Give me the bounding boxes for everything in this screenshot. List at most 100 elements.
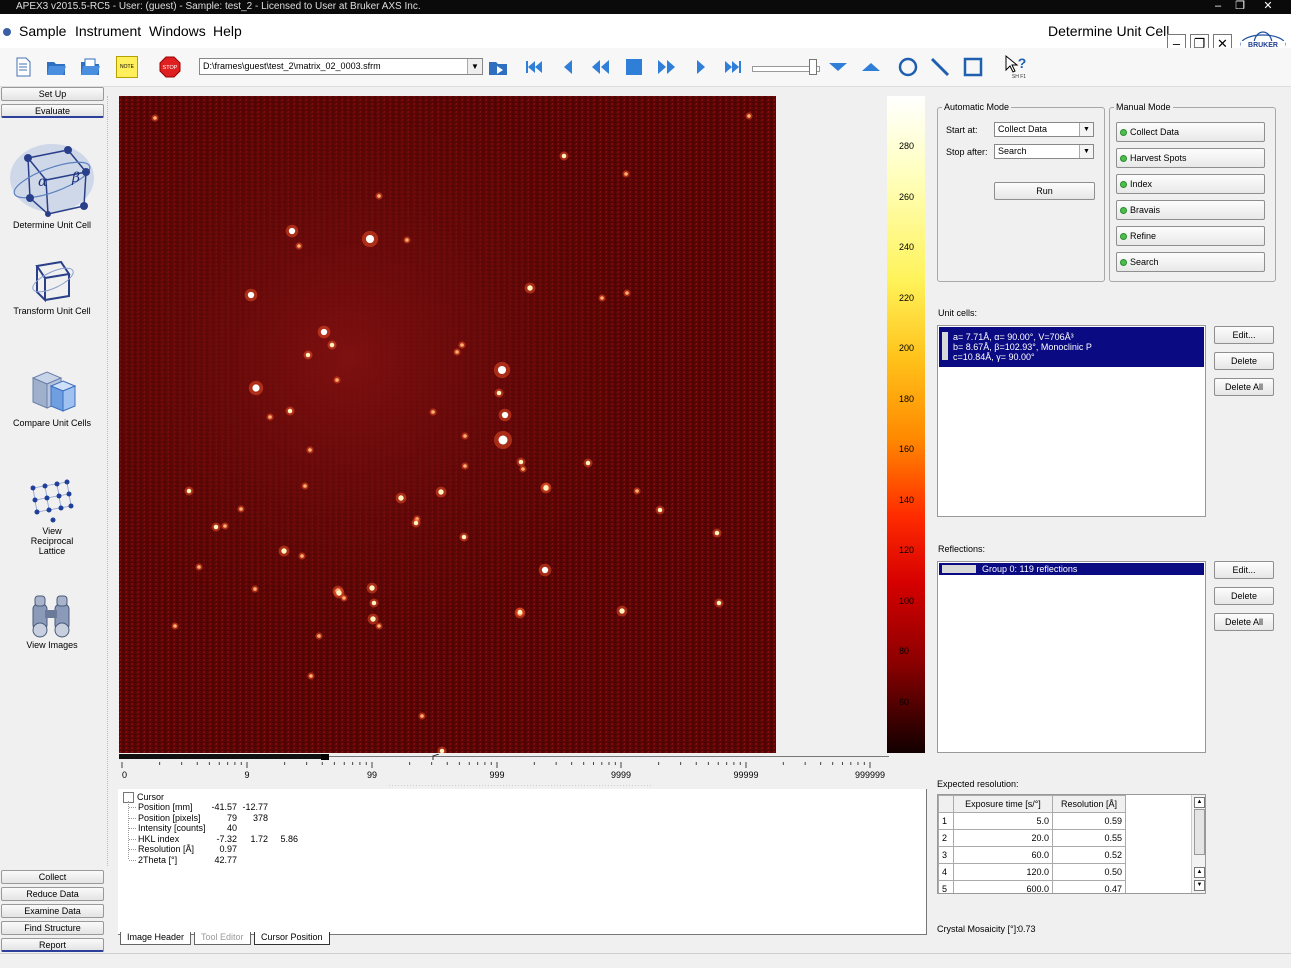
diffraction-spot [431,410,435,414]
unit-cells-list[interactable]: a= 7.71Å, α= 90.00°, V=706Å³ b= 8.67Å, β… [937,325,1206,517]
table-row[interactable]: 2 20.0 0.55 [938,829,1126,847]
manual-step-label: Search [1130,257,1159,267]
exposure-cell[interactable]: 600.0 [953,880,1053,893]
reflections-list[interactable]: Group 0: 119 reflections [937,561,1206,753]
diffraction-spot [527,285,533,291]
frame-path-select[interactable]: D:\frames\guest\test_2\matrix_02_0003.sf… [199,58,483,75]
resolution-cell[interactable]: 0.50 [1052,863,1126,881]
unit-cell-delete-button[interactable]: Delete [1214,352,1274,370]
close-window-icon[interactable]: ✕ [1258,0,1278,14]
context-help-icon[interactable]: ? SH F1 [1004,54,1030,80]
find-structure-button[interactable]: Find Structure [1,921,104,935]
open-project-icon[interactable] [79,56,101,78]
intensity-scale-ruler[interactable]: 0 9 99 999 9999 99999 999999 [119,754,889,786]
unit-cell-delete-all-button[interactable]: Delete All [1214,378,1274,396]
setup-button[interactable]: Set Up [1,87,104,101]
table-row[interactable]: 3 60.0 0.52 [938,846,1126,864]
scroll-up-icon[interactable]: ▲ [1194,797,1205,808]
colorbar-tick-label: 220 [899,292,915,303]
scroll-thumb[interactable] [1194,809,1205,855]
circle-tool-icon[interactable] [897,56,919,78]
fast-forward-icon[interactable] [656,56,678,78]
resolution-cell[interactable]: 0.47 [1052,880,1126,893]
manual-step-refine-button[interactable]: Refine [1116,226,1265,246]
examine-data-button[interactable]: Examine Data [1,904,104,918]
exposure-cell[interactable]: 5.0 [953,812,1053,830]
diffraction-spot [329,342,335,348]
exposure-cell[interactable]: 20.0 [953,829,1053,847]
reflection-edit-button[interactable]: Edit... [1214,561,1274,579]
chevron-down-icon[interactable]: ▼ [1079,123,1093,136]
menu-sample[interactable]: Sample [19,23,66,39]
compare-unit-cells-nav[interactable]: Compare Unit Cells [2,364,102,428]
exposure-cell[interactable]: 120.0 [953,863,1053,881]
report-button[interactable]: Report [1,938,104,952]
open-folder-icon[interactable] [45,56,67,78]
reflection-group-row[interactable]: Group 0: 119 reflections [939,563,1204,575]
scroll-down-small-icon[interactable]: ▲ [1194,867,1205,878]
rectangle-tool-icon[interactable] [962,56,984,78]
resolution-cell[interactable]: 0.59 [1052,812,1126,830]
tab-tool-editor[interactable]: Tool Editor [194,932,251,945]
stop-after-select[interactable]: Search ▼ [994,144,1094,159]
previous-frame-icon[interactable] [557,56,579,78]
minimize-window-icon[interactable]: – [1208,0,1228,14]
evaluate-button[interactable]: Evaluate [1,104,104,118]
stop-icon[interactable]: STOP [159,56,181,78]
exposure-time-header[interactable]: Exposure time [s/°] [953,795,1053,813]
note-icon[interactable]: NOTE [116,56,138,78]
triangle-down-icon[interactable] [827,56,849,78]
resolution-cell[interactable]: 0.52 [1052,846,1126,864]
frame-slider-thumb[interactable] [809,59,817,75]
app-icon [3,28,11,36]
last-frame-icon[interactable] [722,56,744,78]
resolution-cell[interactable]: 0.55 [1052,829,1126,847]
view-reciprocal-lattice-nav[interactable]: View Reciprocal Lattice [2,478,102,556]
left-panel-separator [107,96,108,866]
unit-cell-edit-button[interactable]: Edit... [1214,326,1274,344]
chevron-down-icon[interactable]: ▼ [1079,145,1093,158]
tab-cursor-position[interactable]: Cursor Position [254,932,330,945]
colorbar-tick-label: 260 [899,191,915,202]
table-row[interactable]: 5 600.0 0.47 [938,880,1126,893]
transform-unit-cell-nav[interactable]: Transform Unit Cell [2,256,102,316]
table-row[interactable]: 1 5.0 0.59 [938,812,1126,830]
menu-windows[interactable]: Windows [149,23,206,39]
diffraction-frame-image[interactable] [119,96,776,753]
manual-step-collect-data-button[interactable]: Collect Data [1116,122,1265,142]
first-frame-icon[interactable] [523,56,545,78]
cursor-field-value: 5.86 [280,833,298,844]
stop-playback-icon[interactable] [623,56,645,78]
restore-window-icon[interactable]: ❐ [1230,0,1250,14]
rewind-icon[interactable] [589,56,611,78]
diffraction-spot [420,714,424,718]
reflection-delete-button[interactable]: Delete [1214,587,1274,605]
line-tool-icon[interactable] [929,56,951,78]
view-images-nav[interactable]: View Images [2,590,102,650]
new-file-icon[interactable] [12,56,34,78]
unit-cell-row[interactable]: a= 7.71Å, α= 90.00°, V=706Å³ b= 8.67Å, β… [939,327,1204,367]
tab-image-header[interactable]: Image Header [120,932,192,945]
manual-step-index-button[interactable]: Index [1116,174,1265,194]
determine-unit-cell-nav[interactable]: α β Determine Unit Cell [2,140,102,230]
manual-step-harvest-spots-button[interactable]: Harvest Spots [1116,148,1265,168]
triangle-up-icon[interactable] [860,56,882,78]
reflection-delete-all-button[interactable]: Delete All [1214,613,1274,631]
start-at-select[interactable]: Collect Data ▼ [994,122,1094,137]
window-title: APEX3 v2015.5-RC5 - User: (guest) - Samp… [16,1,421,12]
manual-step-search-button[interactable]: Search [1116,252,1265,272]
menu-help[interactable]: Help [213,23,242,39]
run-button[interactable]: Run [994,182,1095,200]
chevron-down-icon[interactable]: ▼ [467,59,482,74]
browse-folder-icon[interactable] [487,56,509,78]
collect-button[interactable]: Collect [1,870,104,884]
resolution-scrollbar[interactable]: ▲ ▲ ▼ [1191,795,1205,893]
table-row[interactable]: 4 120.0 0.50 [938,863,1126,881]
exposure-cell[interactable]: 60.0 [953,846,1053,864]
resolution-header[interactable]: Resolution [Å] [1052,795,1126,813]
next-frame-icon[interactable] [690,56,712,78]
menu-instrument[interactable]: Instrument [75,23,141,39]
manual-step-bravais-button[interactable]: Bravais [1116,200,1265,220]
scroll-down-icon[interactable]: ▼ [1194,880,1205,891]
reduce-data-button[interactable]: Reduce Data [1,887,104,901]
